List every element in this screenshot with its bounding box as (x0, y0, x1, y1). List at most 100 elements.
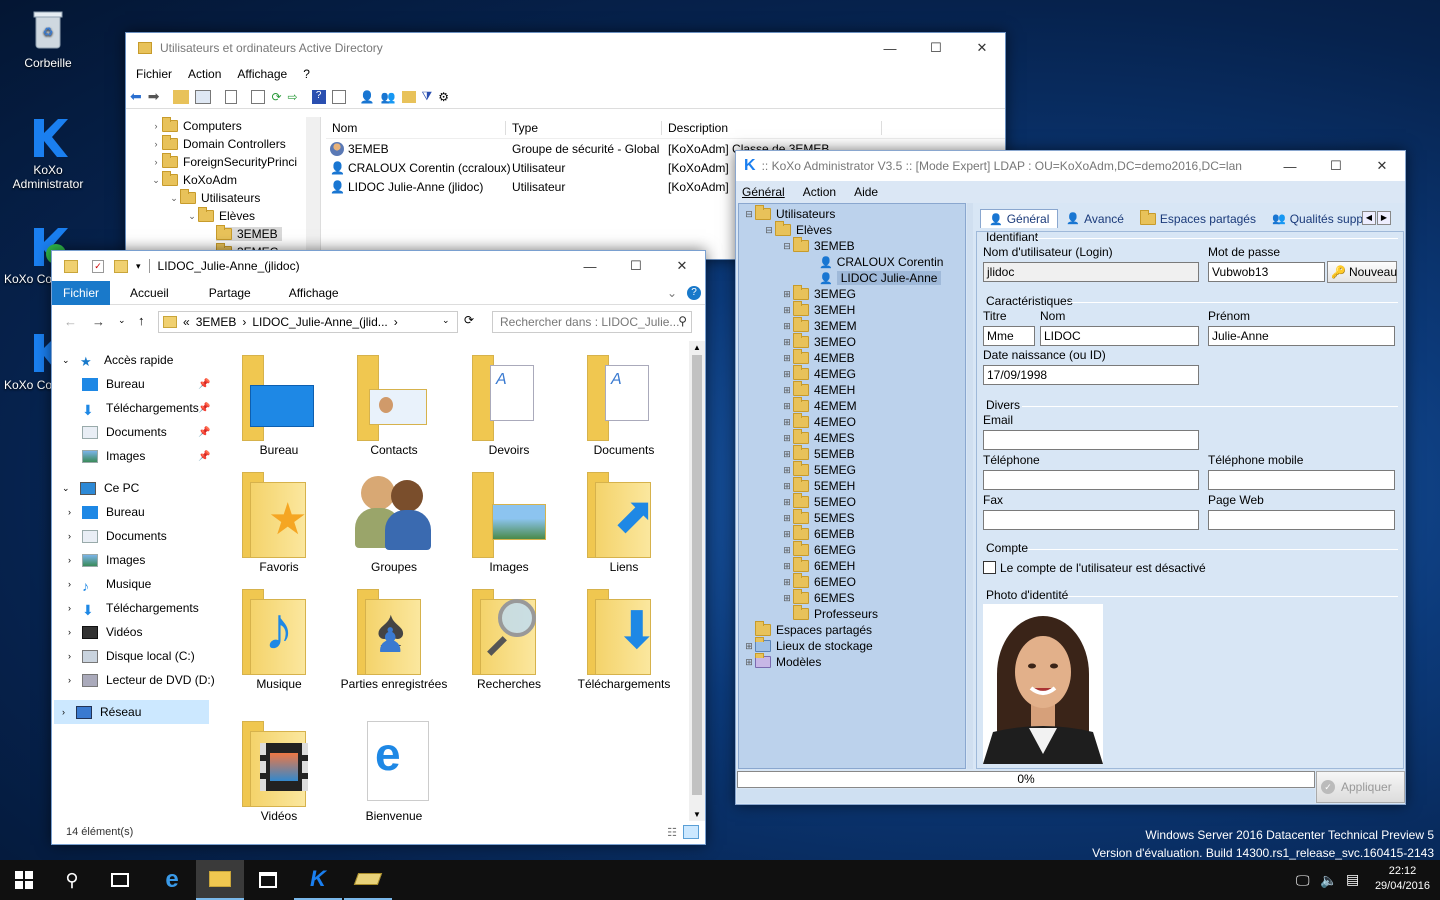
filter-icon[interactable]: ⧩ (422, 89, 433, 104)
folder-up-icon[interactable] (173, 89, 190, 104)
delegate-icon[interactable]: ⚙ (438, 90, 449, 104)
item-favoris[interactable]: ★ Favoris (224, 468, 334, 574)
help-icon[interactable]: ? (311, 89, 326, 104)
expand-icon[interactable]: ⊞ (781, 561, 793, 572)
item-parties[interactable]: ♠ ♟ Parties enregistrées (339, 585, 449, 692)
console-icon[interactable] (331, 89, 346, 104)
view-icon[interactable] (195, 89, 212, 104)
web-field[interactable] (1208, 510, 1395, 530)
search-box[interactable]: Rechercher dans : LIDOC_Julie... ⚲ (492, 311, 692, 333)
expand-icon[interactable]: ⊞ (781, 545, 793, 556)
menu-help[interactable]: ? (303, 67, 310, 81)
taskbar-ad[interactable] (344, 860, 392, 900)
tray-volume-icon[interactable]: 🔈 (1320, 872, 1337, 889)
maximize-button[interactable]: ☐ (913, 33, 959, 63)
taskbar-store[interactable] (244, 860, 292, 900)
koxo-tree-modeles[interactable]: ⊞ Modèles (739, 653, 965, 670)
breadcrumb-3emeb[interactable]: 3EMEB (196, 315, 237, 329)
item-contacts[interactable]: Contacts (339, 351, 449, 457)
start-button[interactable] (0, 860, 48, 900)
nouveau-button[interactable]: 🔑 Nouveau (1327, 261, 1397, 283)
ribbon-expand-icon[interactable]: ⌄ (667, 286, 677, 300)
koxo-tree-class[interactable]: ⊞ 6EMEG (739, 541, 965, 558)
expand-icon[interactable]: ⊞ (781, 433, 793, 444)
nav-bureau[interactable]: Bureau 📌 (82, 372, 210, 396)
maximize-button[interactable]: ☐ (613, 251, 659, 281)
new-folder-icon[interactable] (114, 259, 128, 273)
koxo-tree-class[interactable]: ⊞ 4EMEB (739, 349, 965, 366)
minimize-button[interactable]: — (1267, 151, 1313, 181)
refresh-icon[interactable]: ⟳ (464, 313, 474, 327)
forward-icon[interactable]: ➡ (148, 88, 160, 105)
export-icon[interactable]: ⇨ (288, 90, 298, 104)
login-field[interactable]: jlidoc (983, 262, 1199, 282)
prenom-field[interactable]: Julie-Anne (1208, 326, 1395, 346)
koxo-tree-class[interactable]: ⊞ 3EMEM (739, 317, 965, 334)
nom-field[interactable]: LIDOC (1040, 326, 1199, 346)
ribbon-tab-fichier[interactable]: Fichier (52, 280, 111, 305)
nav-pc-bureau[interactable]: › Bureau (68, 500, 145, 524)
koxo-titlebar[interactable]: K :: KoXo Administrator V3.5 :: [Mode Ex… (736, 151, 1405, 181)
koxo-tree-class[interactable]: ⊞ 3EMEG (739, 285, 965, 302)
koxo-tree-class[interactable]: ⊞ 5EMES (739, 509, 965, 526)
titre-field[interactable]: Mme (983, 326, 1035, 346)
breadcrumb-current[interactable]: LIDOC_Julie-Anne_(jlid... (252, 315, 387, 329)
id-photo[interactable] (983, 604, 1103, 764)
menu-aide[interactable]: Aide (854, 185, 878, 199)
nav-quick-access[interactable]: ⌄ ★ Accès rapide (62, 348, 173, 372)
tray-network-icon[interactable]: 🖵 (1296, 872, 1310, 889)
ad-titlebar[interactable]: Utilisateurs et ordinateurs Active Direc… (126, 33, 1005, 63)
taskbar-explorer[interactable] (196, 860, 244, 900)
koxo-tree-class[interactable]: ⊞ 6EMES (739, 589, 965, 606)
expand-icon[interactable]: ⊞ (781, 321, 793, 332)
expand-icon[interactable]: ⊞ (781, 369, 793, 380)
group-icon[interactable]: 👥 (381, 90, 396, 104)
koxo-tree-class[interactable]: ⊞ 4EMEO (739, 413, 965, 430)
scroll-down-icon[interactable]: ▼ (693, 810, 701, 819)
nav-pc-images[interactable]: › Images (68, 548, 145, 572)
mobile-field[interactable] (1208, 470, 1395, 490)
koxo-splitter[interactable] (967, 203, 973, 769)
koxo-tree-class[interactable]: ⊞ 4EMEG (739, 365, 965, 382)
koxo-tree-eleves[interactable]: ⊟ Elèves (739, 221, 965, 238)
item-musique[interactable]: ♪ Musique (224, 585, 334, 691)
taskbar-edge[interactable]: e (148, 860, 196, 900)
menu-fichier[interactable]: Fichier (136, 67, 172, 81)
recent-dropdown-icon[interactable]: ⌄ (118, 315, 126, 326)
expand-icon[interactable]: ⊞ (781, 593, 793, 604)
qat-dropdown-icon[interactable]: ▾ (136, 261, 141, 272)
item-groupes[interactable]: Groupes (339, 468, 449, 574)
ribbon-tab-affichage[interactable]: Affichage (275, 286, 353, 300)
tab-avance[interactable]: 👤 Avancé (1058, 209, 1132, 228)
tray-notification-icon[interactable]: ▤ (1346, 871, 1359, 888)
back-icon[interactable]: ← (64, 314, 77, 329)
minimize-button[interactable]: — (567, 251, 613, 281)
expand-icon[interactable]: ⊞ (781, 497, 793, 508)
scroll-thumb[interactable] (692, 355, 702, 795)
tree-item-koxoadm[interactable]: ⌄ KoXoAdm (150, 171, 320, 189)
refresh-icon[interactable]: ⟳ (271, 90, 281, 104)
koxo-tree-class[interactable]: ⊞ 6EMEO (739, 573, 965, 590)
taskbar-koxo[interactable]: K (294, 860, 342, 900)
koxo-tree-class[interactable]: ⊞ 5EMEG (739, 461, 965, 478)
tree-item-dc[interactable]: › Domain Controllers (150, 135, 320, 153)
breadcrumb-sep[interactable]: › (394, 315, 398, 329)
nav-telechargements[interactable]: ⬇ Téléchargements 📌 (82, 396, 210, 420)
tree-item-fsp[interactable]: › ForeignSecurityPrinci (150, 153, 320, 171)
expand-icon[interactable]: ⊞ (781, 401, 793, 412)
item-bureau[interactable]: Bureau (224, 351, 334, 457)
koxo-tree-class[interactable]: ⊞ 3EMEH (739, 301, 965, 318)
item-bienvenue[interactable]: e Bienvenue (339, 717, 449, 823)
menu-general[interactable]: Général (742, 185, 803, 199)
menu-action[interactable]: Action (803, 185, 854, 199)
tab-scroll-left-icon[interactable]: ◀ (1362, 211, 1376, 225)
koxo-tree-class[interactable]: ⊞ 4EMEM (739, 397, 965, 414)
expand-icon[interactable]: ⊞ (781, 577, 793, 588)
expand-icon[interactable]: ⊞ (781, 289, 793, 300)
password-field[interactable]: Vubwob13 (1208, 262, 1325, 282)
telephone-field[interactable] (983, 470, 1199, 490)
item-recherches[interactable]: Recherches (454, 585, 564, 691)
close-button[interactable]: ✕ (1359, 151, 1405, 181)
forward-icon[interactable]: → (92, 314, 105, 329)
koxo-tree-3emeb[interactable]: ⊟ 3EMEB (739, 237, 965, 254)
